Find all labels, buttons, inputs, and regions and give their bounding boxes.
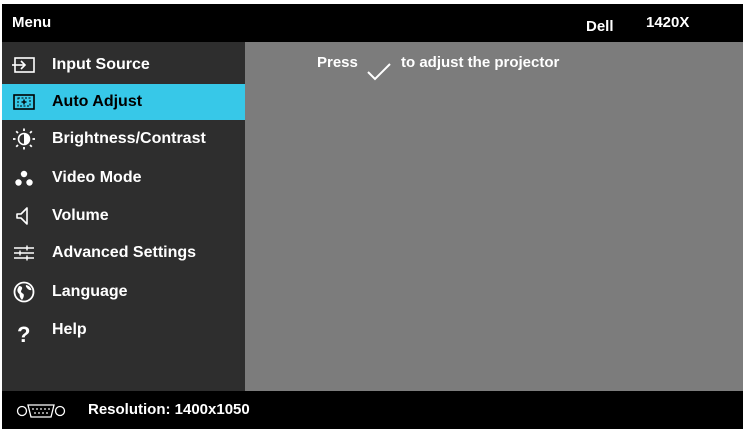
- sidebar-item-label: Brightness/Contrast: [52, 130, 206, 147]
- menu-title: Menu: [12, 14, 52, 31]
- help-icon: ?: [17, 322, 30, 344]
- sidebar-item-label: Advanced Settings: [52, 244, 197, 261]
- sidebar-item-language[interactable]: Language: [2, 274, 245, 310]
- auto-adjust-icon: [13, 94, 35, 110]
- sidebar-item-label: Language: [52, 283, 128, 300]
- sidebar-item-label: Video Mode: [52, 169, 142, 186]
- content-panel: Press to adjust the projector: [245, 42, 743, 391]
- hint-rest-text: to adjust the projector: [401, 54, 560, 71]
- model-name: 1420X: [646, 14, 690, 31]
- projector-osd-menu: Menu Dell 1420X Input Source Auto Adjust: [0, 0, 744, 435]
- sidebar-item-volume[interactable]: Volume: [2, 198, 245, 234]
- osd-header: Menu Dell 1420X: [2, 4, 743, 42]
- input-source-icon: [12, 57, 35, 73]
- brand-name: Dell: [586, 18, 614, 35]
- sidebar-item-label: Auto Adjust: [52, 93, 143, 110]
- brightness-icon: [13, 128, 35, 150]
- osd-sidebar: Input Source Auto Adjust Brightness/Cont…: [2, 42, 245, 391]
- checkmark-icon: [367, 63, 391, 81]
- globe-icon: [13, 281, 35, 303]
- sidebar-item-help[interactable]: ? Help: [2, 312, 245, 348]
- sliders-icon: [14, 245, 34, 261]
- resolution-text: Resolution: 1400x1050: [88, 401, 250, 418]
- sidebar-item-label: Volume: [52, 207, 109, 224]
- sidebar-item-brightness-contrast[interactable]: Brightness/Contrast: [2, 121, 245, 157]
- sidebar-item-label: Input Source: [52, 56, 150, 73]
- vga-connector-icon: [16, 404, 66, 418]
- volume-icon: [16, 207, 28, 225]
- hint-press-text: Press: [317, 54, 358, 71]
- sidebar-item-label: Help: [52, 321, 87, 338]
- video-mode-icon: [15, 170, 33, 186]
- svg-text:?: ?: [17, 322, 30, 344]
- sidebar-item-input-source[interactable]: Input Source: [2, 47, 245, 83]
- sidebar-item-auto-adjust[interactable]: Auto Adjust: [2, 84, 245, 120]
- sidebar-item-advanced-settings[interactable]: Advanced Settings: [2, 235, 245, 271]
- sidebar-item-video-mode[interactable]: Video Mode: [2, 160, 245, 196]
- osd-footer: Resolution: 1400x1050: [2, 391, 743, 429]
